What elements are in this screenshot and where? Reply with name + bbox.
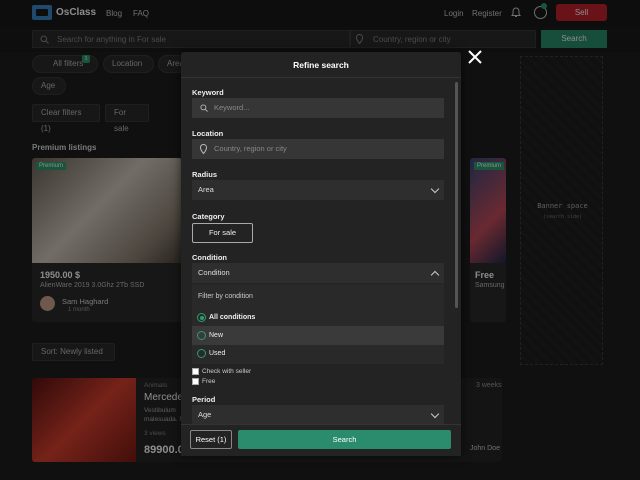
- radio-icon: [197, 313, 206, 322]
- radio-icon: [197, 331, 206, 340]
- condition-dropdown: Filter by condition All conditions New U…: [192, 284, 444, 364]
- keyword-input[interactable]: Keyword...: [192, 98, 444, 118]
- refine-search-modal: Refine search Keyword Keyword... Locatio…: [181, 52, 461, 456]
- scrollbar[interactable]: [455, 82, 458, 308]
- close-icon[interactable]: [467, 49, 483, 65]
- free-checkbox[interactable]: [192, 378, 199, 385]
- location-input[interactable]: Country, region or city: [192, 139, 444, 159]
- check-with-seller-checkbox[interactable]: [192, 368, 199, 375]
- condition-label: Condition: [192, 253, 227, 262]
- option-label: Used: [209, 350, 226, 357]
- search-icon: [200, 104, 208, 112]
- radius-value: Area: [198, 185, 214, 194]
- location-pin-icon: [200, 144, 207, 154]
- category-button[interactable]: For sale: [192, 223, 253, 243]
- condition-value: Condition: [198, 268, 230, 277]
- radius-select[interactable]: Area: [192, 180, 444, 200]
- chevron-up-icon: [430, 270, 440, 280]
- option-used[interactable]: Used: [192, 344, 444, 363]
- reset-button[interactable]: Reset (1): [190, 430, 232, 449]
- option-label: All conditions: [209, 314, 256, 321]
- category-label: Category: [192, 212, 225, 221]
- condition-select[interactable]: Condition: [192, 263, 444, 283]
- modal-header: Refine search: [181, 52, 461, 78]
- option-label: New: [209, 332, 224, 339]
- period-value: Age: [198, 410, 212, 419]
- dropdown-title: Filter by condition: [198, 293, 253, 300]
- keyword-label: Keyword: [192, 88, 224, 97]
- apply-search-button[interactable]: Search: [238, 430, 451, 449]
- radius-label: Radius: [192, 170, 218, 179]
- chevron-down-icon: [430, 409, 440, 419]
- modal-footer: Reset (1) Search: [181, 424, 461, 456]
- free-label: Free: [202, 378, 216, 385]
- option-new[interactable]: New: [192, 326, 444, 345]
- radio-icon: [197, 349, 206, 358]
- period-select[interactable]: Age: [192, 405, 444, 425]
- check-with-seller-label: Check with seller: [202, 368, 252, 375]
- location-label: Location: [192, 129, 224, 138]
- period-label: Period: [192, 395, 216, 404]
- chevron-down-icon: [430, 184, 440, 194]
- option-all-conditions[interactable]: All conditions: [192, 308, 444, 327]
- modal-title: Refine search: [293, 60, 349, 70]
